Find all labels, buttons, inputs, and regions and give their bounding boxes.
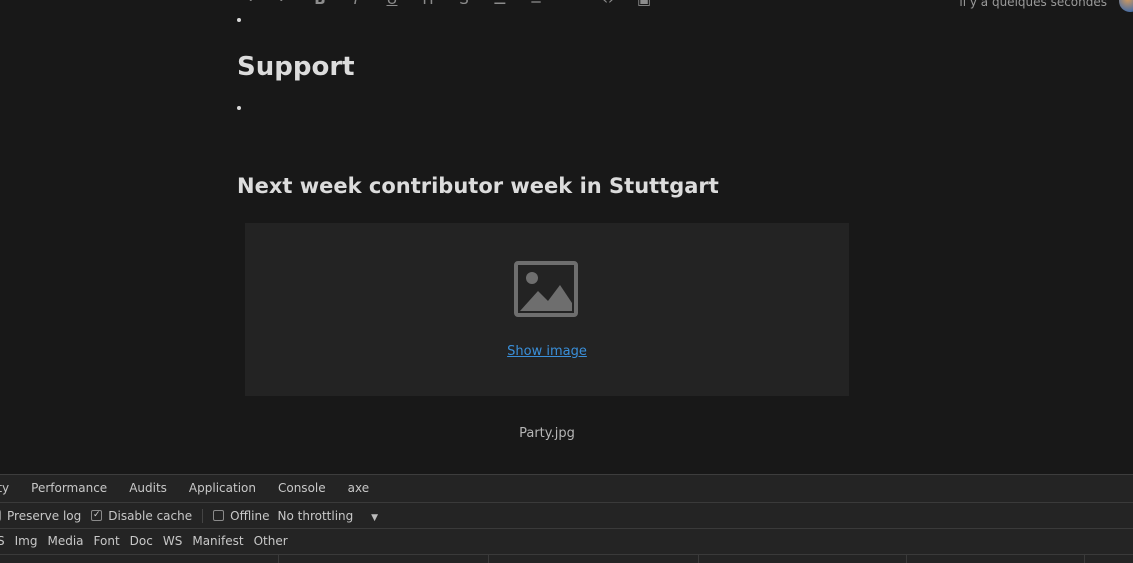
heading-icon[interactable]: H	[410, 0, 446, 10]
filter-img[interactable]: Img	[10, 529, 43, 553]
tab-console[interactable]: Console	[267, 475, 337, 502]
network-options-bar: Preserve log ✓ Disable cache Offline No …	[0, 503, 1133, 529]
resource-type-filter-bar: S Img Media Font Doc WS Manifest Other	[0, 529, 1133, 553]
disable-cache-label: Disable cache	[108, 508, 193, 523]
column-divider[interactable]	[906, 555, 907, 563]
tab-application[interactable]: Application	[178, 475, 267, 502]
filter-font[interactable]: Font	[89, 529, 125, 553]
formatting-toolbar: ↷ ↶ B I U H S ☰ ≡ ” ‹› ▣	[230, 0, 662, 10]
image-caption: Party.jpg	[519, 426, 575, 441]
image-placeholder-icon	[514, 261, 578, 317]
network-table-header	[0, 554, 1133, 563]
offline-label: Offline	[230, 508, 270, 523]
devtools-tab-bar: ity Performance Audits Application Conso…	[0, 475, 1133, 503]
tab-axe[interactable]: axe	[337, 475, 380, 502]
empty-list-bullet	[237, 106, 241, 110]
column-divider[interactable]	[1084, 555, 1085, 563]
avatar[interactable]	[1119, 0, 1133, 12]
filter-manifest[interactable]: Manifest	[187, 529, 248, 553]
bullet-list-icon[interactable]: ☰	[482, 0, 518, 10]
checkbox-checked-icon: ✓	[91, 510, 103, 521]
underline-icon[interactable]: U	[374, 0, 410, 10]
undo-icon[interactable]: ↶	[266, 0, 302, 10]
filter-css[interactable]: S	[0, 529, 10, 553]
filter-ws[interactable]: WS	[158, 529, 187, 553]
devtools-panel: ity Performance Audits Application Conso…	[0, 474, 1133, 563]
code-icon[interactable]: ‹›	[590, 0, 626, 10]
column-divider[interactable]	[278, 555, 279, 563]
preserve-log-checkbox[interactable]: Preserve log	[0, 509, 81, 523]
throttling-value: No throttling	[277, 508, 354, 523]
redo-icon[interactable]: ↷	[230, 0, 266, 10]
checkbox-unchecked-icon	[213, 510, 225, 521]
column-divider[interactable]	[488, 555, 489, 563]
show-image-link[interactable]: Show image	[245, 344, 849, 359]
last-saved-timestamp: il y a quelques secondes	[959, 0, 1107, 9]
tab-security[interactable]: ity	[0, 475, 20, 502]
checkbox-unchecked-icon	[0, 510, 1, 521]
filter-media[interactable]: Media	[42, 529, 88, 553]
tab-audits[interactable]: Audits	[118, 475, 178, 502]
filter-other[interactable]: Other	[249, 529, 293, 553]
preserve-log-label: Preserve log	[7, 508, 82, 523]
empty-list-bullet	[237, 18, 241, 22]
toolbar-divider	[202, 508, 204, 523]
heading-contributor-week: Next week contributor week in Stuttgart	[237, 174, 719, 198]
strikethrough-icon[interactable]: S	[446, 0, 482, 10]
column-divider[interactable]	[698, 555, 699, 563]
offline-checkbox[interactable]: Offline	[213, 508, 270, 523]
throttling-select[interactable]: No throttling ▼	[278, 509, 379, 523]
note-editor: ↷ ↶ B I U H S ☰ ≡ ” ‹› ▣ il y a quelques…	[0, 0, 1133, 474]
heading-support: Support	[237, 52, 355, 82]
chevron-down-icon: ▼	[371, 512, 379, 523]
image-placeholder: Show image	[245, 223, 849, 396]
bold-icon[interactable]: B	[302, 0, 338, 10]
italic-icon[interactable]: I	[338, 0, 374, 10]
quote-icon[interactable]: ”	[554, 0, 590, 10]
filter-doc[interactable]: Doc	[125, 529, 158, 553]
ordered-list-icon[interactable]: ≡	[518, 0, 554, 10]
image-insert-icon[interactable]: ▣	[626, 0, 662, 10]
tab-performance[interactable]: Performance	[20, 475, 118, 502]
disable-cache-checkbox[interactable]: ✓ Disable cache	[91, 509, 192, 523]
